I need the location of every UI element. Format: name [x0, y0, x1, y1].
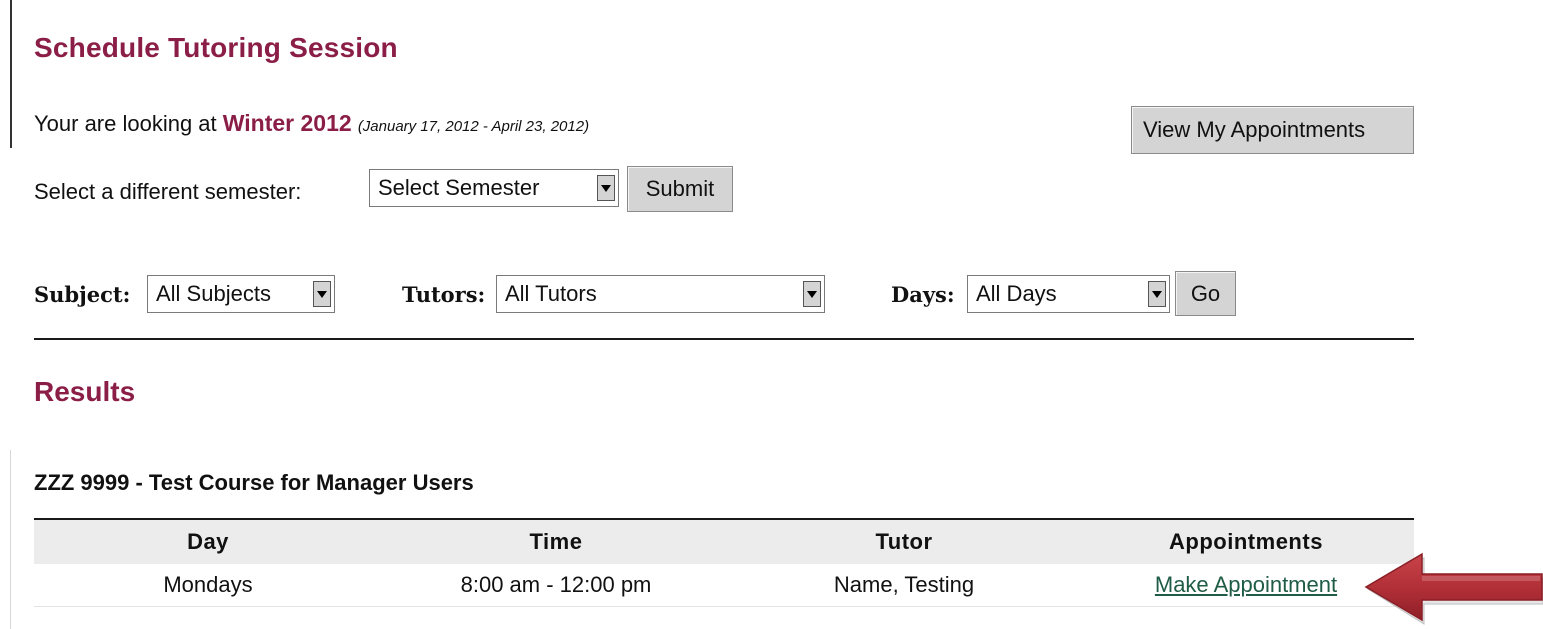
results-heading: Results [34, 376, 136, 407]
semester-dates: (January 17, 2012 - April 23, 2012) [357, 118, 590, 135]
current-semester-line: Your are looking at Winter 2012 (January… [34, 110, 589, 137]
days-select-value: All Days [976, 281, 1057, 306]
right-arrow-pointer-icon [1364, 552, 1543, 625]
subject-label: Subject: [34, 282, 131, 307]
view-my-appointments-button[interactable]: View My Appointments [1131, 106, 1414, 154]
subject-select-value: All Subjects [156, 281, 271, 306]
select-semester-label: Select a different semester: [34, 179, 302, 204]
page-left-border [10, 0, 12, 148]
subject-select[interactable]: All Subjects [147, 275, 335, 313]
tutors-select[interactable]: All Tutors [496, 275, 825, 313]
submit-button[interactable]: Submit [627, 166, 733, 212]
chevron-down-icon[interactable] [1148, 281, 1166, 307]
days-select[interactable]: All Days [967, 275, 1170, 313]
table-header-row: Day Time Tutor Appointments [34, 519, 1414, 564]
chevron-down-icon[interactable] [313, 281, 331, 307]
semester-name: Winter 2012 [222, 110, 352, 136]
column-header-tutor: Tutor [875, 529, 933, 554]
cell-tutor: Name, Testing [730, 564, 1078, 607]
page-left-border-lower [10, 450, 11, 629]
course-title: ZZZ 9999 - Test Course for Manager Users [34, 470, 474, 495]
semester-select-value: Select Semester [378, 175, 540, 200]
make-appointment-link[interactable]: Make Appointment [1155, 572, 1337, 597]
tutors-label: Tutors: [402, 282, 486, 307]
results-table: Day Time Tutor Appointments Mondays 8:00… [34, 518, 1414, 607]
semester-select[interactable]: Select Semester [369, 169, 619, 207]
column-header-time: Time [529, 529, 583, 554]
go-button[interactable]: Go [1175, 271, 1236, 316]
days-label: Days: [891, 282, 955, 307]
table-row: Mondays 8:00 am - 12:00 pm Name, Testing… [34, 564, 1414, 607]
section-divider [34, 338, 1414, 340]
page-title: Schedule Tutoring Session [34, 32, 398, 63]
cell-day: Mondays [34, 564, 382, 607]
semester-prefix: Your are looking at [34, 111, 217, 136]
chevron-down-icon[interactable] [597, 175, 615, 201]
chevron-down-icon[interactable] [803, 281, 821, 307]
column-header-day: Day [187, 529, 229, 554]
tutors-select-value: All Tutors [505, 281, 597, 306]
cell-time: 8:00 am - 12:00 pm [382, 564, 730, 607]
